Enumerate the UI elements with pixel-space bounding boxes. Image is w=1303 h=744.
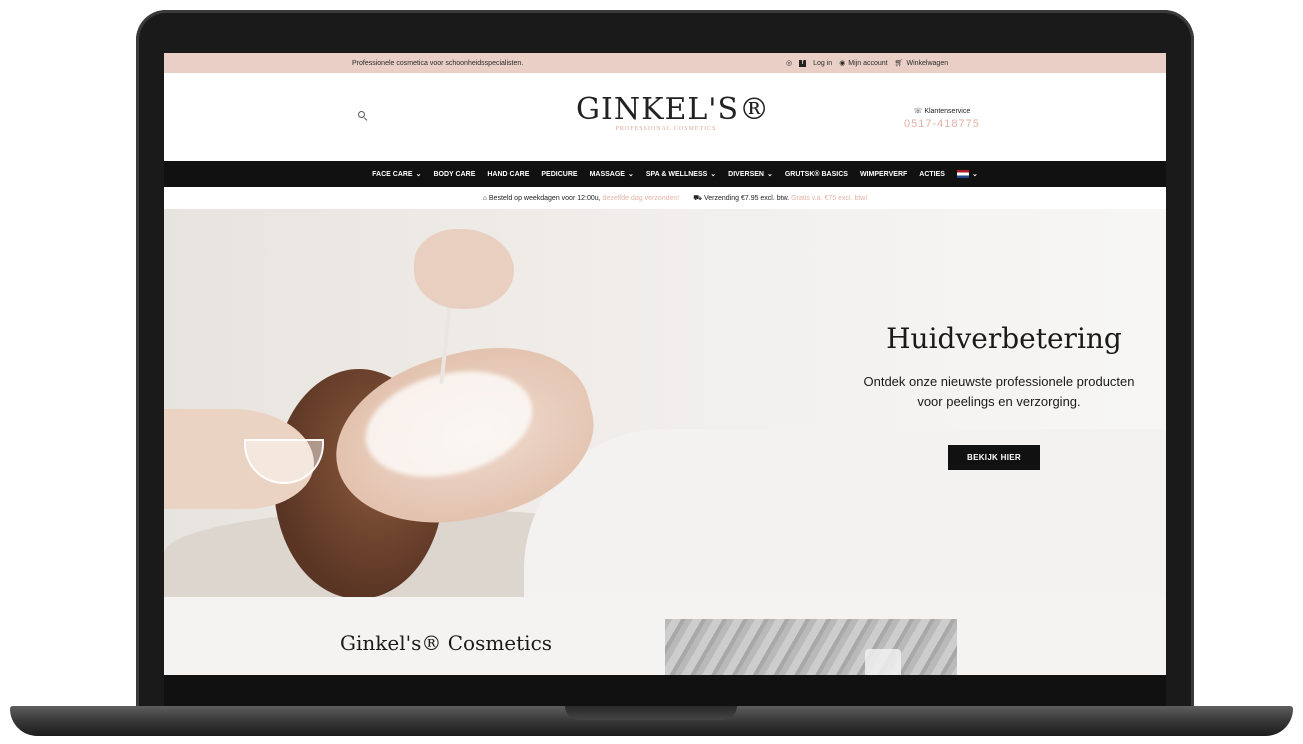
nav-item-label: GRUTSK® BASICS [784,170,848,178]
chevron-down-icon: ⌄ [627,171,634,178]
chevron-down-icon: ⌄ [766,171,773,178]
order-highlight: dezelfde dag verzonden! [602,194,680,202]
nav-item-label: WIMPERVERF [859,170,908,178]
intro-section: Ginkel's® Cosmetics [164,597,1166,675]
user-icon: ◉ [839,60,846,67]
nav-item-diversen[interactable]: DIVERSEN ⌄ [728,170,773,179]
nav-item-wimperverf[interactable]: WIMPERVERF [860,171,907,178]
search-icon[interactable] [358,111,368,122]
hero-subtitle-line1: Ontdek onze nieuwste professionele produ… [863,374,1135,389]
nav-item-hand-care[interactable]: HAND CARE [487,171,529,178]
nav-item-label: SPA & WELLNESS [645,170,708,178]
cart-link[interactable]: 🛒︎ Winkelwagen [894,59,949,68]
product-jar [865,649,901,675]
order-info: ⌂ Besteld op weekdagen voor 12:00u, deze… [483,195,680,202]
shipping-text: Verzending €7.95 excl. btw. [703,194,790,202]
logo-text: GINKEL'S® [576,92,771,127]
account-label: Mijn account [848,59,888,67]
nav-item-acties[interactable]: ACTIES [919,171,945,178]
nav-item-pedicure[interactable]: PEDICURE [541,171,577,178]
nav-item-label: FACE CARE [372,170,413,178]
phone-icon: ☏ [913,108,925,115]
section-title: Ginkel's® Cosmetics [340,631,553,655]
cart-label: Winkelwagen [906,59,949,67]
login-label: Log in [813,59,833,67]
service-label-row: ☏ Klantenservice [904,107,980,115]
instagram-icon[interactable]: ◎ [786,59,792,67]
facebook-icon[interactable]: f [799,59,807,67]
chevron-down-icon: ⌄ [971,171,978,178]
site-logo[interactable]: GINKEL'S® PROFESSIONAL COSMETICS [576,92,771,133]
top-bar: Professionele cosmetica voor schoonheids… [164,53,1166,73]
browser-screen: Professionele cosmetica voor schoonheids… [164,53,1166,675]
screen-bezel-bottom [164,675,1166,706]
bekijk-hier-button[interactable]: BEKIJK HIER [948,445,1040,470]
nav-item-face-care[interactable]: FACE CARE ⌄ [372,170,422,179]
chevron-down-icon: ⌄ [710,171,717,178]
nav-item-body-care[interactable]: BODY CARE [433,171,475,178]
nav-item-massage[interactable]: MASSAGE ⌄ [589,170,634,179]
nav-item-label: PEDICURE [541,170,578,178]
truck-icon: ⛟ [693,194,704,202]
hero-hand-top [414,229,514,309]
customer-service: ☏ Klantenservice 0517-418775 [904,107,980,130]
order-text: Besteld op weekdagen voor 12:00u, [488,194,601,202]
info-strip: ⌂ Besteld op weekdagen voor 12:00u, deze… [164,187,1166,209]
site-header: GINKEL'S® PROFESSIONAL COSMETICS ☏ Klant… [164,73,1166,161]
login-link[interactable]: Log in [813,60,832,67]
nav-item-label: DIVERSEN [728,170,764,178]
nav-item-label: BODY CARE [433,170,476,178]
language-switcher[interactable]: ⌄ [956,170,978,178]
hero-towel [524,429,1166,597]
account-link[interactable]: ◉ Mijn account [839,59,888,68]
nav-item-spa-wellness[interactable]: SPA & WELLNESS ⌄ [645,170,717,179]
laptop-notch [565,706,737,720]
service-phone[interactable]: 0517-418775 [904,118,980,130]
shipping-highlight: Gratis v.a. €75 excl. btw! [791,194,868,202]
nav-item-label: ACTIES [919,170,945,178]
hero-banner: Huidverbetering Ontdek onze nieuwste pro… [164,209,1166,597]
top-links: ◎ f Log in ◉ Mijn account 🛒︎ Winkelwagen [786,59,948,67]
dutch-flag-icon [956,170,969,178]
cart-icon: 🛒︎ [894,60,904,67]
tagline: Professionele cosmetica voor schoonheids… [352,59,524,67]
shipping-info: ⛟ Verzending €7.95 excl. btw. Gratis v.a… [693,194,867,203]
nav-item-label: MASSAGE [589,170,625,178]
main-nav: FACE CARE ⌄ BODY CARE HAND CARE PEDICURE MASS… [164,161,1166,187]
hero-subtitle: Ontdek onze nieuwste professionele produ… [834,372,1164,412]
nav-item-grutsk-basics[interactable]: GRUTSK® BASICS [785,171,848,178]
nav-item-label: HAND CARE [487,170,530,178]
product-image [665,619,957,675]
hero-subtitle-line2: voor peelings en verzorging. [917,394,1081,409]
hero-title: Huidverbetering [886,322,1122,355]
service-label: Klantenservice [924,108,971,115]
chevron-down-icon: ⌄ [415,171,422,178]
